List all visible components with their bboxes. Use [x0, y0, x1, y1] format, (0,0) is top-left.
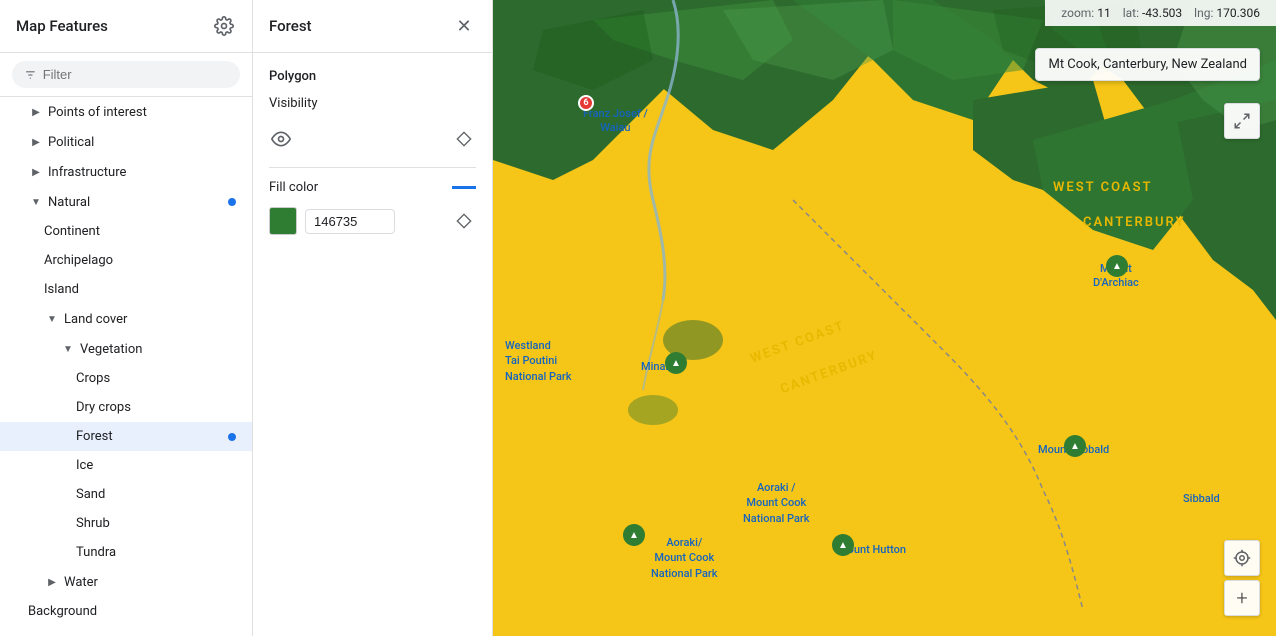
middle-panel-title: Forest	[269, 17, 312, 35]
sidebar-item-infrastructure[interactable]: ▶ Infrastructure	[0, 157, 252, 187]
sidebar-item-label: Background	[28, 604, 236, 619]
location-button[interactable]	[1224, 540, 1260, 576]
sidebar-item-label: Vegetation	[80, 342, 236, 357]
sidebar-item-sand[interactable]: Sand	[0, 480, 252, 509]
polygon-label: Polygon	[269, 69, 476, 84]
left-panel-header: Map Features	[0, 0, 252, 53]
sidebar-item-label: Water	[64, 575, 236, 590]
fill-color-label: Fill color	[269, 180, 318, 195]
sidebar-item-label: Crops	[76, 371, 236, 386]
lat-label: lat: -43.503	[1123, 6, 1182, 20]
color-hex-input[interactable]	[305, 209, 395, 234]
active-dot	[228, 433, 236, 441]
filter-input[interactable]	[43, 67, 228, 82]
sidebar-item-label: Political	[48, 135, 236, 150]
fill-color-row: Fill color	[269, 180, 476, 195]
left-panel-title: Map Features	[16, 17, 108, 35]
sidebar-item-island[interactable]: Island	[0, 275, 252, 304]
sidebar-item-label: Land cover	[64, 312, 236, 327]
sidebar-item-label: Shrub	[76, 516, 236, 531]
chevron-right-icon: ▶	[28, 164, 44, 180]
sidebar-item-ice[interactable]: Ice	[0, 451, 252, 480]
middle-panel-header: Forest ✕	[253, 0, 492, 53]
sidebar-item-label: Forest	[76, 429, 228, 444]
fullscreen-button[interactable]	[1224, 103, 1260, 139]
sidebar-item-label: Ice	[76, 458, 236, 473]
visibility-row: Visibility	[269, 96, 476, 111]
sidebar-item-continent[interactable]: Continent	[0, 217, 252, 246]
sidebar-item-tundra[interactable]: Tundra	[0, 538, 252, 567]
diamond-icon[interactable]	[452, 127, 476, 151]
park-marker	[1106, 255, 1128, 277]
park-marker	[623, 524, 645, 546]
sidebar-item-label: Tundra	[76, 545, 236, 560]
active-dot	[228, 198, 236, 206]
number-pin: 6	[578, 95, 594, 111]
sidebar-item-forest[interactable]: Forest	[0, 422, 252, 451]
sidebar-item-political[interactable]: ▶ Political	[0, 127, 252, 157]
sidebar-item-points-of-interest[interactable]: ▶ Points of interest	[0, 97, 252, 127]
left-panel: Map Features ▶ Points of interest ▶ Poli…	[0, 0, 253, 636]
settings-icon[interactable]	[212, 14, 236, 38]
sidebar-item-water[interactable]: ▶ Water	[0, 567, 252, 597]
sidebar-item-label: Continent	[44, 224, 236, 239]
filter-icon	[24, 68, 37, 82]
map-header: zoom: 11 lat: -43.503 lng: 170.306	[1045, 0, 1276, 26]
color-diamond-icon[interactable]	[452, 209, 476, 233]
sidebar-item-background[interactable]: Background	[0, 597, 252, 626]
lng-label: lng: 170.306	[1194, 6, 1260, 20]
chevron-down-icon: ▼	[44, 311, 60, 327]
filter-row	[0, 53, 252, 97]
map-area[interactable]: zoom: 11 lat: -43.503 lng: 170.306	[493, 0, 1276, 636]
sidebar-item-label: Island	[44, 282, 236, 297]
sidebar-item-label: Infrastructure	[48, 165, 236, 180]
map-svg	[493, 0, 1276, 636]
zoom-in-button[interactable]: +	[1224, 580, 1260, 616]
park-marker	[665, 352, 687, 374]
sidebar-item-archipelago[interactable]: Archipelago	[0, 246, 252, 275]
color-swatch[interactable]	[269, 207, 297, 235]
polygon-section: Polygon Visibility Fill color	[253, 53, 492, 251]
sidebar-item-land-cover[interactable]: ▼ Land cover	[0, 304, 252, 334]
fill-color-line	[452, 186, 476, 189]
zoom-label: zoom: 11	[1061, 6, 1110, 20]
chevron-right-icon: ▶	[28, 134, 44, 150]
visibility-label: Visibility	[269, 96, 318, 111]
sidebar-item-dry-crops[interactable]: Dry crops	[0, 393, 252, 422]
location-text: Mt Cook, Canterbury, New Zealand	[1048, 57, 1247, 72]
sidebar-item-natural[interactable]: ▼ Natural	[0, 187, 252, 217]
middle-panel: Forest ✕ Polygon Visibility Fill color	[253, 0, 493, 636]
sidebar-item-label: Natural	[48, 195, 228, 210]
sidebar-item-crops[interactable]: Crops	[0, 364, 252, 393]
location-tooltip: Mt Cook, Canterbury, New Zealand	[1035, 48, 1260, 81]
chevron-right-icon: ▶	[44, 574, 60, 590]
color-input-row	[269, 207, 476, 235]
sidebar-item-label: Sand	[76, 487, 236, 502]
eye-icon[interactable]	[269, 127, 293, 151]
map-controls: +	[1224, 540, 1260, 616]
filter-input-wrap	[12, 61, 240, 88]
sidebar-item-label: Archipelago	[44, 253, 236, 268]
sidebar-item-label: Points of interest	[48, 105, 236, 120]
sidebar-item-label: Dry crops	[76, 400, 236, 415]
park-marker	[1064, 435, 1086, 457]
close-button[interactable]: ✕	[452, 14, 476, 38]
park-marker	[832, 534, 854, 556]
sidebar-item-shrub[interactable]: Shrub	[0, 509, 252, 538]
chevron-right-icon: ▶	[28, 104, 44, 120]
chevron-down-icon: ▼	[28, 194, 44, 210]
chevron-down-icon: ▼	[60, 341, 76, 357]
sidebar-item-vegetation[interactable]: ▼ Vegetation	[0, 334, 252, 364]
